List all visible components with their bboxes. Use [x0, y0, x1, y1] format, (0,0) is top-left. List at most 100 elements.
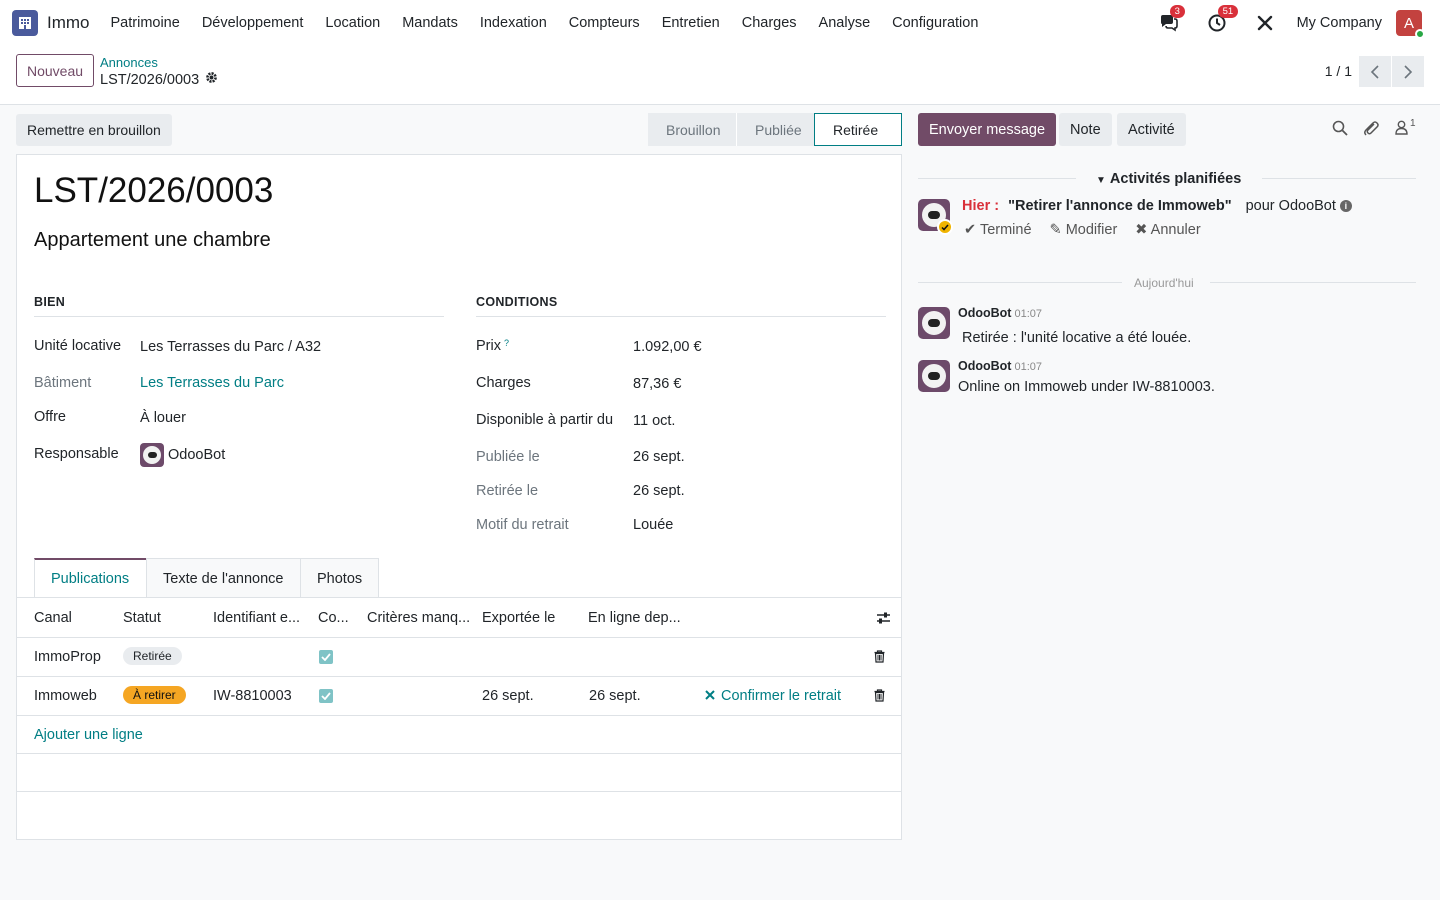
confirm-withdrawal-button[interactable]: Confirmer le retrait — [705, 688, 841, 704]
message-author-name[interactable]: OdooBot — [958, 306, 1011, 320]
column-settings-icon[interactable] — [876, 611, 891, 628]
user-avatar[interactable]: A — [1396, 10, 1425, 39]
checkbox-co[interactable] — [319, 650, 333, 664]
field-offre[interactable]: À louer — [140, 410, 186, 426]
mark-done-label: Terminé — [979, 222, 1032, 238]
edit-activity-button[interactable]: ✎ Modifier — [1050, 222, 1118, 238]
checkbox-co[interactable] — [319, 689, 333, 703]
menu-mandats[interactable]: Mandats — [391, 15, 469, 31]
company-switcher[interactable]: My Company — [1297, 15, 1382, 31]
group-title-bien: BIEN — [34, 295, 444, 317]
record-subtitle[interactable]: Appartement une chambre — [34, 229, 271, 252]
menu-patrimoine[interactable]: Patrimoine — [100, 15, 191, 31]
planned-activities-toggle[interactable]: ▼ Activités planifiées — [1096, 171, 1241, 187]
caret-down-icon: ▼ — [1096, 175, 1106, 186]
trash-icon[interactable] — [874, 650, 885, 666]
tab-publications[interactable]: Publications — [34, 558, 147, 598]
app-logo-icon[interactable] — [12, 10, 38, 36]
message-time: 01:07 — [1014, 308, 1042, 320]
field-charges[interactable]: 87,36 € — [633, 376, 681, 392]
col-criteres[interactable]: Critères manq... — [367, 610, 470, 626]
activity-line: Hier : "Retirer l'annonce de Immoweb" po… — [962, 198, 1352, 214]
top-navbar: Immo Patrimoine Développement Location M… — [0, 0, 1440, 46]
mark-done-button[interactable]: ✔ Terminé — [964, 222, 1032, 238]
prix-help-tooltip[interactable]: ? — [504, 338, 509, 348]
message-author-name[interactable]: OdooBot — [958, 359, 1011, 373]
field-prix[interactable]: 1.092,00 € — [633, 339, 702, 355]
menu-location[interactable]: Location — [314, 15, 391, 31]
new-button[interactable]: Nouveau — [16, 54, 95, 87]
activity-actions: ✔ Terminé ✎ Modifier ✖ Annuler — [964, 222, 1201, 238]
field-responsable[interactable]: OdooBot — [168, 447, 225, 463]
col-canal[interactable]: Canal — [34, 610, 72, 626]
add-line-link[interactable]: Ajouter une ligne — [34, 727, 143, 743]
tab-photos[interactable]: Photos — [300, 558, 379, 598]
stage-brouillon[interactable]: Brouillon — [648, 113, 736, 146]
activity-check-icon — [937, 219, 953, 235]
menu-configuration[interactable]: Configuration — [881, 15, 989, 31]
menu-developpement[interactable]: Développement — [191, 15, 315, 31]
menu-charges[interactable]: Charges — [731, 15, 808, 31]
col-exportee[interactable]: Exportée le — [482, 610, 555, 626]
field-retiree-le: 26 sept. — [633, 483, 685, 499]
reset-to-draft-button[interactable]: Remettre en brouillon — [16, 114, 172, 146]
label-prix-text: Prix — [476, 338, 501, 354]
activities-badge: 51 — [1217, 5, 1239, 18]
log-note-button[interactable]: Note — [1059, 113, 1112, 146]
breadcrumb-parent[interactable]: Annonces — [100, 55, 158, 70]
stage-publiee[interactable]: Publiée — [737, 113, 814, 146]
chevron-right-icon — [1404, 64, 1413, 79]
edit-activity-label: Modifier — [1065, 222, 1118, 238]
table-row[interactable]: ImmoProp Retirée — [17, 638, 901, 677]
search-icon[interactable] — [1332, 120, 1348, 139]
field-motif-retrait[interactable]: Louée — [633, 517, 673, 533]
paperclip-icon[interactable] — [1363, 120, 1379, 140]
gear-icon[interactable] — [205, 71, 218, 88]
form-sheet: LST/2026/0003 Appartement une chambre BI… — [16, 154, 902, 840]
menu-entretien[interactable]: Entretien — [651, 15, 731, 31]
tab-texte-annonce[interactable]: Texte de l'annonce — [146, 558, 301, 598]
trash-icon[interactable] — [874, 689, 885, 705]
field-batiment-link[interactable]: Les Terrasses du Parc — [140, 375, 284, 391]
notebook-tabs: Publications Texte de l'annonce Photos — [34, 558, 379, 598]
field-unite-locative[interactable]: Les Terrasses du Parc / A32 — [140, 339, 321, 355]
schedule-activity-button[interactable]: Activité — [1117, 113, 1186, 146]
messaging-icon[interactable]: 3 — [1158, 5, 1185, 34]
col-co[interactable]: Co... — [318, 610, 349, 626]
record-title[interactable]: LST/2026/0003 — [34, 171, 273, 211]
col-statut[interactable]: Statut — [123, 610, 161, 626]
pager-value[interactable]: 1 / 1 — [1325, 63, 1352, 79]
followers-icon[interactable] — [1395, 120, 1408, 138]
message-avatar[interactable] — [918, 307, 950, 339]
activities-divider-right — [1262, 178, 1416, 179]
status-badge: Retirée — [123, 647, 182, 665]
activities-clock-icon[interactable]: 51 — [1206, 5, 1239, 34]
label-unite-locative: Unité locative — [34, 338, 122, 354]
cell-canal: ImmoProp — [34, 649, 101, 665]
field-disponible[interactable]: 11 oct. — [633, 413, 675, 429]
stage-retiree[interactable]: Retirée — [814, 113, 902, 146]
tools-icon[interactable] — [1254, 12, 1276, 34]
message-author: OdooBot 01:07 — [958, 306, 1042, 320]
pager-previous-button[interactable] — [1359, 56, 1391, 87]
pager-next-button[interactable] — [1392, 56, 1424, 87]
menu-analyse[interactable]: Analyse — [808, 15, 882, 31]
close-icon — [705, 690, 715, 700]
app-name[interactable]: Immo — [47, 13, 90, 33]
message-avatar[interactable] — [918, 360, 950, 392]
followers-count: 1 — [1410, 118, 1416, 129]
confirm-withdrawal-label: Confirmer le retrait — [721, 688, 842, 704]
info-icon[interactable]: i — [1339, 200, 1352, 213]
check-icon: ✔ — [964, 222, 977, 238]
col-identifiant[interactable]: Identifiant e... — [213, 610, 300, 626]
label-offre: Offre — [34, 409, 66, 425]
table-row[interactable]: Immoweb À retirer IW-8810003 26 sept. 26… — [17, 677, 901, 716]
col-en-ligne[interactable]: En ligne dep... — [588, 610, 681, 626]
menu-indexation[interactable]: Indexation — [469, 15, 558, 31]
label-responsable: Responsable — [34, 446, 119, 462]
today-divider-right — [1210, 282, 1416, 283]
menu-compteurs[interactable]: Compteurs — [558, 15, 651, 31]
cancel-activity-button[interactable]: ✖ Annuler — [1135, 222, 1200, 238]
message-time: 01:07 — [1014, 361, 1042, 373]
send-message-button[interactable]: Envoyer message — [918, 113, 1057, 146]
